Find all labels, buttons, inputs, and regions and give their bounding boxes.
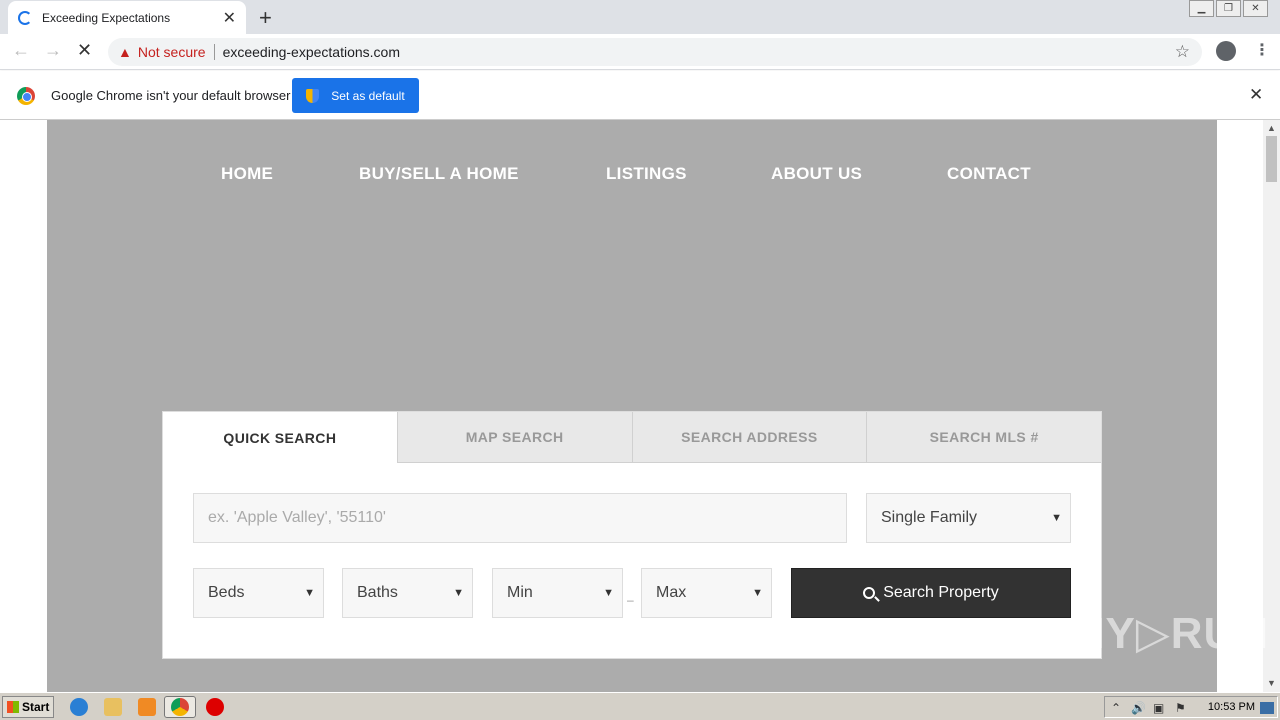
nav-contact[interactable]: CONTACT <box>947 164 1031 184</box>
scroll-up-icon[interactable]: ▲ <box>1267 123 1276 133</box>
infobar-message: Google Chrome isn't your default browser <box>51 88 291 103</box>
profile-avatar-icon[interactable] <box>1216 41 1236 61</box>
security-indicator[interactable]: Not secure <box>138 44 206 60</box>
show-hidden-icons-icon[interactable]: ⌃ <box>1111 701 1121 715</box>
loading-spinner-icon <box>18 10 32 25</box>
beds-value: Beds <box>208 584 245 601</box>
start-label: Start <box>22 700 50 714</box>
security-app-icon[interactable] <box>206 698 224 716</box>
show-desktop-icon[interactable] <box>1260 702 1274 714</box>
vertical-scrollbar[interactable]: ▲ ▼ <box>1263 120 1280 692</box>
window-controls: ▁ ❐ ✕ <box>1187 0 1268 17</box>
tab-strip: Exceeding Expectations ✕ + ▁ ❐ ✕ <box>0 0 1280 34</box>
forward-arrow-icon[interactable]: → <box>44 40 62 61</box>
baths-select[interactable]: Baths ▼ <box>342 568 473 618</box>
nav-home[interactable]: HOME <box>221 164 273 184</box>
internet-explorer-icon[interactable] <box>70 698 88 716</box>
chrome-icon <box>171 698 189 716</box>
property-type-value: Single Family <box>881 509 978 526</box>
minimize-icon[interactable]: ▁ <box>1189 0 1214 17</box>
tab-map-search[interactable]: MAP SEARCH <box>396 412 632 463</box>
nav-about-us[interactable]: ABOUT US <box>771 164 862 184</box>
page-viewport: HOME BUY/SELL A HOME LISTINGS ABOUT US C… <box>0 120 1280 692</box>
search-icon <box>863 587 876 599</box>
warning-icon: ▲ <box>118 44 132 60</box>
file-explorer-icon[interactable] <box>104 698 122 716</box>
url-text[interactable]: exceeding-expectations.com <box>223 44 400 60</box>
search-property-button[interactable]: Search Property <box>791 568 1071 618</box>
restore-icon[interactable]: ❐ <box>1216 0 1241 17</box>
scroll-down-icon[interactable]: ▼ <box>1267 678 1276 688</box>
location-search-input[interactable]: ex. 'Apple Valley', '55110' <box>193 493 847 543</box>
hero-section: HOME BUY/SELL A HOME LISTINGS ABOUT US C… <box>47 120 1217 692</box>
max-price-select[interactable]: Max ▼ <box>641 568 772 618</box>
tab-title: Exceeding Expectations <box>42 10 171 25</box>
chrome-logo-icon <box>17 87 35 105</box>
new-tab-button[interactable]: + <box>259 5 272 31</box>
min-price-value: Min <box>507 584 533 601</box>
volume-icon[interactable]: 🔊 <box>1131 701 1146 715</box>
windows-taskbar: Start ⌃ 🔊 ▣ ⚑ 10:53 PM <box>0 692 1280 720</box>
bookmark-star-icon[interactable]: ☆ <box>1175 42 1190 62</box>
chevron-down-icon: ▼ <box>603 587 614 599</box>
scrollbar-thumb[interactable] <box>1266 136 1277 182</box>
search-tabs: QUICK SEARCH MAP SEARCH SEARCH ADDRESS S… <box>163 412 1101 464</box>
set-as-default-button[interactable]: Set as default <box>292 78 419 113</box>
search-property-label: Search Property <box>883 584 999 601</box>
media-player-icon[interactable] <box>138 698 156 716</box>
baths-value: Baths <box>357 584 398 601</box>
browser-menu-icon[interactable]: ⋮ <box>1254 40 1270 60</box>
property-search-panel: QUICK SEARCH MAP SEARCH SEARCH ADDRESS S… <box>162 411 1102 659</box>
nav-listings[interactable]: LISTINGS <box>606 164 687 184</box>
chevron-down-icon: ▼ <box>304 587 315 599</box>
set-as-default-label: Set as default <box>331 88 405 103</box>
nav-buy-sell[interactable]: BUY/SELL A HOME <box>359 164 519 184</box>
chevron-down-icon: ▼ <box>1051 512 1062 524</box>
clock[interactable]: 10:53 PM <box>1208 701 1255 713</box>
tab-quick-search[interactable]: QUICK SEARCH <box>163 412 397 463</box>
property-type-select[interactable]: Single Family ▼ <box>866 493 1071 543</box>
chevron-down-icon: ▼ <box>453 587 464 599</box>
browser-tab[interactable]: Exceeding Expectations ✕ <box>8 1 246 34</box>
back-arrow-icon[interactable]: ← <box>12 40 30 61</box>
address-bar[interactable]: ▲ Not secure exceeding-expectations.com … <box>108 38 1202 66</box>
beds-select[interactable]: Beds ▼ <box>193 568 324 618</box>
start-button[interactable]: Start <box>2 696 54 718</box>
chevron-down-icon: ▼ <box>752 587 763 599</box>
location-placeholder: ex. 'Apple Valley', '55110' <box>208 509 386 526</box>
anyrun-watermark: ANY▷RUN <box>1040 609 1270 658</box>
infobar-close-icon[interactable]: ✕ <box>1249 85 1263 105</box>
window-close-icon[interactable]: ✕ <box>1243 0 1268 17</box>
tab-search-address[interactable]: SEARCH ADDRESS <box>631 412 867 463</box>
shield-icon <box>306 88 320 103</box>
divider <box>213 44 215 60</box>
system-tray: ⌃ 🔊 ▣ ⚑ 10:53 PM <box>1104 696 1278 718</box>
browser-toolbar: ← → ✕ ▲ Not secure exceeding-expectation… <box>0 34 1280 70</box>
default-browser-infobar: Google Chrome isn't your default browser… <box>0 71 1280 120</box>
max-price-value: Max <box>656 584 687 601</box>
price-range-dash: – <box>627 593 634 607</box>
tab-close-icon[interactable]: ✕ <box>223 8 236 28</box>
min-price-select[interactable]: Min ▼ <box>492 568 623 618</box>
windows-logo-icon <box>7 701 19 713</box>
tab-search-mls[interactable]: SEARCH MLS # <box>866 412 1101 463</box>
network-icon[interactable]: ▣ <box>1153 701 1164 715</box>
action-center-flag-icon[interactable]: ⚑ <box>1175 701 1186 715</box>
stop-loading-icon[interactable]: ✕ <box>77 40 92 61</box>
